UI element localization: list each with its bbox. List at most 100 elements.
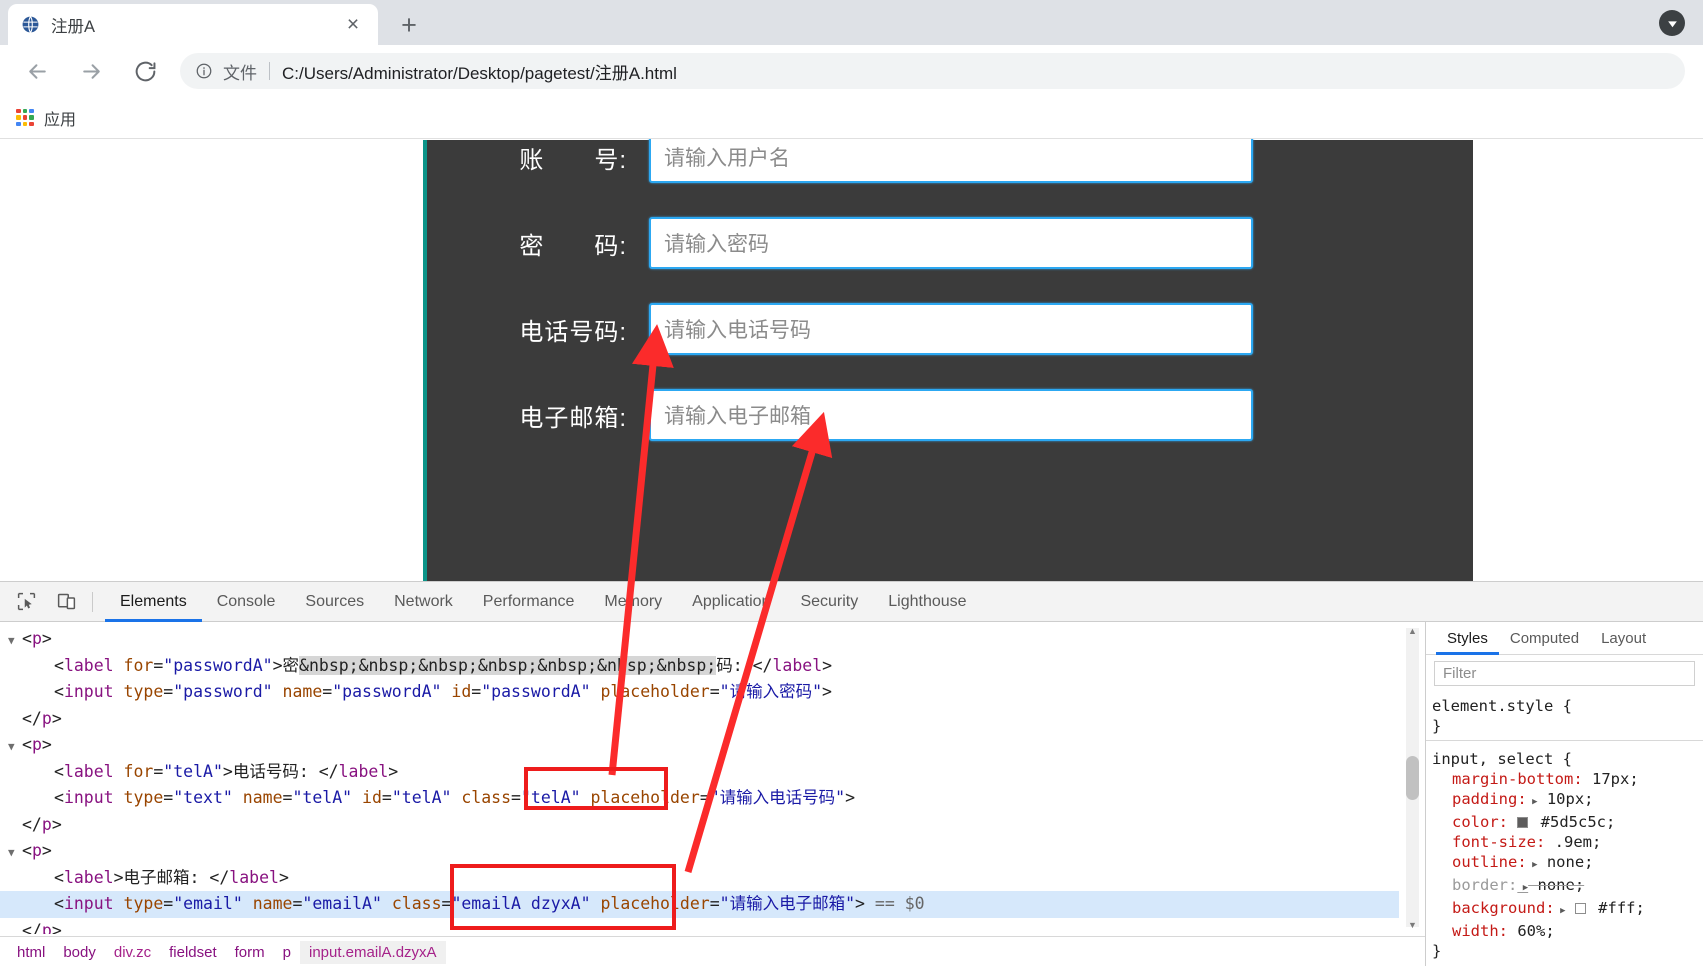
info-circle-icon[interactable] [194, 61, 214, 81]
breadcrumb-item[interactable]: fieldset [160, 941, 226, 964]
css-value[interactable]: .9em; [1545, 833, 1602, 851]
tab-sources[interactable]: Sources [290, 582, 379, 622]
css-value[interactable]: #5d5c5c; [1508, 813, 1615, 831]
css-declaration[interactable]: outline: ▶ none; [1432, 852, 1703, 875]
scrollbar-thumb[interactable] [1406, 756, 1419, 800]
address-bar[interactable]: 文件 C:/Users/Administrator/Desktop/pagete… [180, 53, 1685, 89]
code-token: name [242, 788, 283, 807]
devtools-body: ▼ <p> <label for="passwordA">密&nbsp;&nbsp;… [0, 622, 1703, 966]
css-declaration[interactable]: color: #5d5c5c; [1432, 812, 1703, 832]
device-toolbar-icon[interactable] [52, 588, 80, 616]
tel-input[interactable]: 请输入电话号码 [649, 303, 1253, 355]
devtools-tabbar: Elements Console Sources Network Perform… [0, 582, 1703, 622]
css-value[interactable]: 17px; [1583, 770, 1639, 788]
css-value[interactable]: 10px; [1538, 790, 1594, 808]
color-swatch[interactable] [1574, 903, 1586, 914]
expand-triangle-icon[interactable]: ▶ [1517, 883, 1528, 893]
dom-code-line[interactable]: </p> [0, 706, 1399, 733]
breadcrumb-item[interactable]: body [54, 941, 105, 964]
css-declaration[interactable]: background: ▶ #fff; [1432, 898, 1703, 921]
css-property[interactable]: background: [1432, 898, 1555, 918]
css-property[interactable]: outline: [1432, 852, 1527, 872]
color-swatch[interactable] [1517, 817, 1529, 828]
css-declaration[interactable]: font-size: .9em; [1432, 832, 1703, 852]
css-property[interactable]: border: [1432, 875, 1517, 895]
css-property[interactable]: padding: [1432, 789, 1527, 809]
tab-computed[interactable]: Computed [1499, 622, 1590, 655]
collapse-triangle-icon[interactable]: ▼ [8, 840, 22, 867]
code-token: = [163, 682, 174, 701]
css-selector[interactable]: element.style { [1432, 696, 1703, 716]
css-value[interactable]: 60%; [1508, 922, 1554, 940]
email-input[interactable]: 请输入电子邮箱 [649, 389, 1253, 441]
expand-triangle-icon[interactable]: ▶ [1527, 797, 1537, 807]
css-selector[interactable]: input, select { [1432, 749, 1703, 769]
tab-elements[interactable]: Elements [105, 582, 202, 622]
code-token: = [699, 788, 710, 807]
tab-security[interactable]: Security [785, 582, 873, 622]
tab-lighthouse[interactable]: Lighthouse [873, 582, 981, 622]
back-icon[interactable] [16, 50, 58, 92]
breadcrumb-item[interactable]: div.zc [105, 941, 160, 964]
code-token: "请输入电话号码" [709, 788, 846, 807]
css-property[interactable]: margin-bottom: [1432, 769, 1583, 789]
close-icon[interactable]: × [340, 12, 366, 38]
download-indicator-icon[interactable] [1659, 10, 1685, 36]
css-property[interactable]: font-size: [1432, 832, 1545, 852]
css-declaration[interactable]: padding: ▶ 10px; [1432, 789, 1703, 812]
code-scrollbar[interactable]: ▲ ▼ [1406, 626, 1419, 930]
dom-code[interactable]: ▼ <p> <label for="passwordA">密&nbsp;&nbsp;… [0, 622, 1399, 934]
dom-code-line[interactable]: <input type="text" name="telA" id="telA"… [0, 785, 1399, 812]
breadcrumb-item[interactable]: form [226, 941, 274, 964]
css-declaration[interactable]: width: 60%; [1432, 921, 1703, 941]
scroll-down-icon[interactable]: ▼ [1406, 918, 1419, 931]
breadcrumb-item[interactable]: input.emailA.dzyxA [299, 940, 446, 964]
scroll-up-icon[interactable]: ▲ [1406, 624, 1419, 637]
new-tab-button[interactable]: + [392, 8, 426, 42]
css-value[interactable]: none; [1528, 876, 1585, 894]
dom-code-line[interactable]: <label for="passwordA">密&nbsp;&nbsp;&nbs… [0, 653, 1399, 680]
dom-code-line[interactable]: ▼ <p> [0, 626, 1399, 653]
code-token: placeholder [600, 682, 710, 701]
forward-icon[interactable] [70, 50, 112, 92]
code-token: label [772, 655, 823, 675]
css-rule-close: } [1432, 942, 1442, 960]
tab-network[interactable]: Network [379, 582, 468, 622]
css-property[interactable]: width: [1432, 921, 1508, 941]
apps-shortcut[interactable]: 应用 [16, 106, 76, 130]
username-input[interactable]: 请输入用户名 [649, 139, 1253, 183]
css-declaration[interactable]: margin-bottom: 17px; [1432, 769, 1703, 789]
inspect-cursor-icon[interactable] [12, 588, 40, 616]
dom-code-line[interactable]: </p> [0, 812, 1399, 839]
css-property[interactable]: color: [1432, 812, 1508, 832]
tab-application[interactable]: Application [677, 582, 785, 622]
collapse-triangle-icon[interactable]: ▼ [8, 734, 22, 761]
css-value[interactable]: none; [1538, 853, 1594, 871]
password-input[interactable]: 请输入密码 [649, 217, 1253, 269]
collapse-triangle-icon[interactable]: ▼ [8, 628, 22, 655]
dom-code-line[interactable]: <input type="email" name="emailA" class=… [0, 891, 1399, 918]
dom-code-line[interactable]: <label>电子邮箱: </label> [0, 865, 1399, 892]
breadcrumb-item[interactable]: html [8, 941, 54, 964]
expand-triangle-icon[interactable]: ▶ [1527, 860, 1537, 870]
code-token: 码: </ [716, 655, 773, 675]
code-token: "text" [173, 788, 233, 807]
tab-layout[interactable]: Layout [1590, 622, 1657, 655]
expand-triangle-icon[interactable]: ▶ [1555, 906, 1565, 916]
dom-code-line[interactable]: </p> [0, 918, 1399, 935]
styles-filter-input[interactable]: Filter [1434, 661, 1695, 686]
dom-code-line[interactable]: ▼ <p> [0, 732, 1399, 759]
tab-performance[interactable]: Performance [468, 582, 590, 622]
reload-icon[interactable] [124, 50, 166, 92]
tab-styles[interactable]: Styles [1436, 622, 1499, 655]
tab-memory[interactable]: Memory [589, 582, 677, 622]
dom-code-line[interactable]: ▼ <p> [0, 838, 1399, 865]
dom-code-line[interactable]: <input type="password" name="passwordA" … [0, 679, 1399, 706]
dom-code-line[interactable]: <label for="telA">电话号码: </label> [0, 759, 1399, 786]
browser-tab[interactable]: 注册A × [8, 4, 378, 45]
css-declaration[interactable]: border: ▶ none; [1432, 875, 1703, 898]
css-value[interactable]: #fff; [1566, 899, 1645, 917]
breadcrumb-item[interactable]: p [274, 941, 300, 964]
tab-console[interactable]: Console [202, 582, 291, 622]
